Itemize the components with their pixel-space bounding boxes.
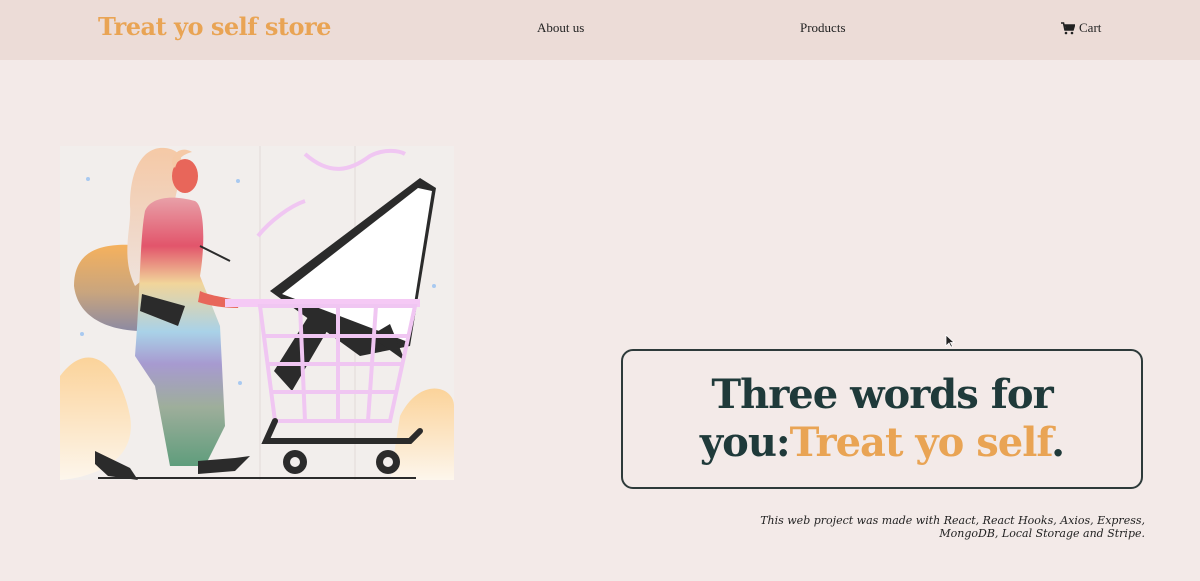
headline-accent: Treat yo self xyxy=(789,419,1052,466)
footer-note: This web project was made with React, Re… xyxy=(725,514,1145,540)
brand-logo-link[interactable]: Treat yo self store xyxy=(98,12,331,41)
cart-label: Cart xyxy=(1079,20,1102,35)
headline-box: Three words for you:Treat yo self. xyxy=(621,349,1143,489)
nav-about-link[interactable]: About us xyxy=(537,20,584,36)
mouse-pointer-icon xyxy=(945,334,955,348)
nav-cart-link[interactable]: Cart xyxy=(1061,20,1101,36)
nav-products-link[interactable]: Products xyxy=(800,20,846,36)
footer-note-line2: MongoDB, Local Storage and Stripe. xyxy=(939,527,1145,540)
footer-note-line1: This web project was made with React, Re… xyxy=(760,514,1145,527)
headline: Three words for you:Treat yo self. xyxy=(623,371,1141,467)
shopping-cart-icon xyxy=(1061,21,1075,34)
headline-suffix: . xyxy=(1051,419,1065,466)
woman-pushing-shopping-cart-illustration xyxy=(60,146,454,480)
navbar: Treat yo self store About us Products Ca… xyxy=(0,0,1200,60)
